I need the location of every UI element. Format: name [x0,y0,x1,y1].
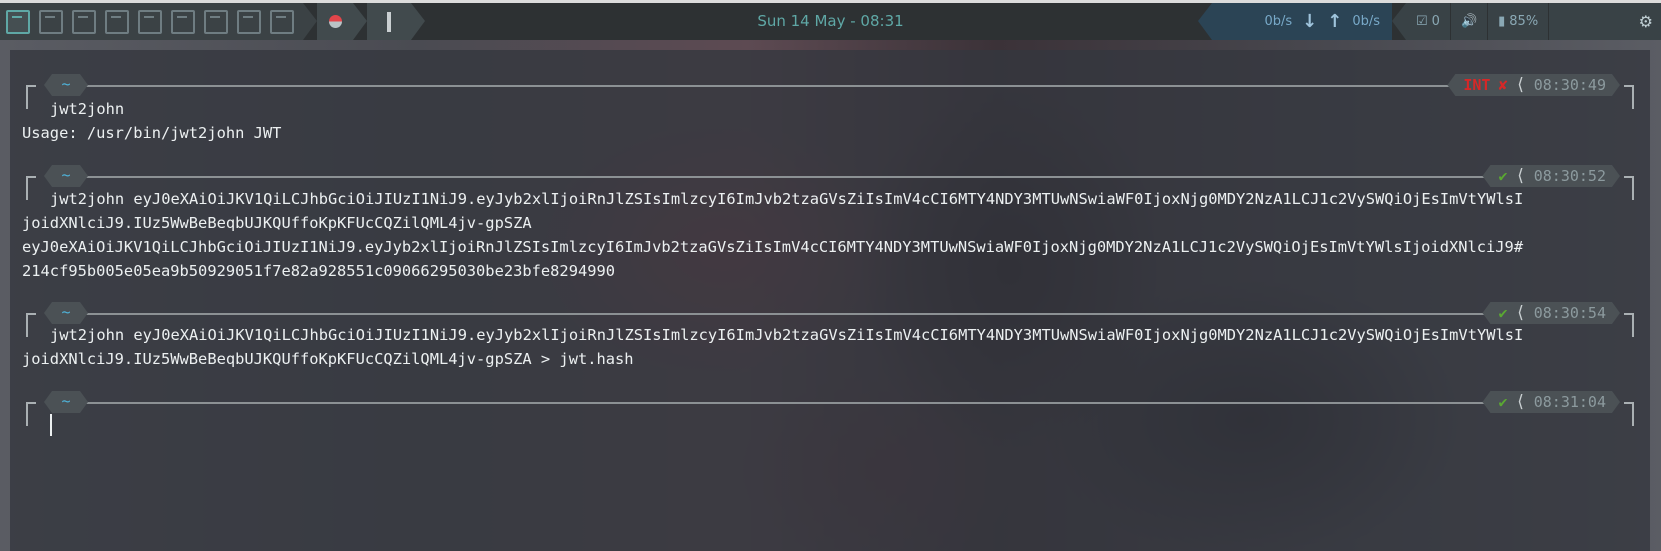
error-icon: ✘ [1498,76,1508,94]
chevron-left-icon: ⟨ [1515,392,1526,412]
workspace-5-icon[interactable] [138,9,162,34]
workspace-7-icon[interactable] [204,9,228,34]
command-text-wrap: joidXNlciJ9.IUz5WwBeBeqbUJKQUffoKpKFUcCQ… [22,350,634,368]
workspace-9-icon[interactable] [270,9,294,34]
battery-icon: ▮ [1498,14,1506,29]
chevron-left-icon: ⟨ [1515,303,1526,323]
battery-level: 85% [1509,14,1539,29]
net-up-value: 0b/s [1352,14,1380,29]
gear-icon[interactable]: ⚙ [1639,12,1661,31]
powerline-separator [1392,3,1406,40]
prompt-status: INT ✘ ⟨ 08:30:49 [1447,74,1620,96]
prompt-time: 08:30:54 [1533,304,1606,322]
text-cursor[interactable] [50,414,52,436]
prompt-dir: ~ [44,165,88,187]
prompt-rule [86,176,1484,178]
check-icon: ✔ [1498,304,1508,322]
workspace-4-icon[interactable] [105,9,129,34]
command-text-wrap: joidXNlciJ9.IUz5WwBeBeqbUJKQUffoKpKFUcCQ… [22,214,532,232]
speaker-icon: 🔊 [1460,14,1478,29]
record-indicator[interactable] [317,3,353,40]
prompt-rule [86,85,1484,87]
net-down-value: 0b/s [1264,14,1293,29]
powerline-separator [303,3,317,40]
terminal-window[interactable]: ~ INT ✘ ⟨ 08:30:49 jwt2john Usage: /usr/… [10,50,1650,551]
prompt-line: ~ ✔ ⟨ 08:30:54 [26,302,1634,337]
prompt-rule [86,402,1484,404]
workspace-6-icon[interactable] [171,9,195,34]
divider [1548,3,1550,40]
prompt-time: 08:31:04 [1533,393,1606,411]
powerline-separator [411,3,425,40]
workspace-8-icon[interactable] [237,9,261,34]
prompt-frame-left [26,313,36,337]
battery-widget[interactable]: ▮ 85% [1488,14,1548,29]
arrow-up-icon: ↑ [1327,11,1343,32]
updates-count: 0 [1431,14,1440,29]
arrow-down-icon: ↓ [1302,11,1318,32]
prompt-frame-right [1624,176,1634,200]
checkbox-icon: ☑ [1416,14,1428,29]
prompt-status: ✔ ⟨ 08:31:04 [1482,391,1620,413]
prompt-dir: ~ [44,74,88,96]
powerline-separator [1198,3,1212,40]
command-text: jwt2john [50,100,125,118]
prompt-frame-left [26,402,36,426]
prompt-dir: ~ [44,302,88,324]
powerline-separator [353,3,367,40]
workspace-switcher [0,3,303,40]
prompt-frame-left [26,85,36,109]
workspace-3-icon[interactable] [72,9,96,34]
command-text: jwt2john eyJ0eXAiOiJKV1QiLCJhbGciOiJIUzI… [50,190,1524,208]
prompt-status: ✔ ⟨ 08:30:54 [1482,302,1620,324]
status-area: ☑ 0 🔊 ▮ 85% ⚙ [1406,3,1661,40]
check-icon: ✔ [1498,393,1508,411]
updates-widget[interactable]: ☑ 0 [1406,14,1450,29]
output-line: Usage: /usr/bin/jwt2john JWT [22,124,282,142]
prompt-status: ✔ ⟨ 08:30:52 [1482,165,1620,187]
prompt-line: ~ ✔ ⟨ 08:30:52 [26,165,1634,200]
check-icon: ✔ [1498,167,1508,185]
output-line: 214cf95b005e05ea9b50929051f7e82a928551c0… [22,262,616,280]
command-text: jwt2john eyJ0eXAiOiJKV1QiLCJhbGciOiJIUzI… [50,326,1524,344]
window-bar-icon [387,11,391,32]
output-line: eyJ0eXAiOiJKV1QiLCJhbGciOiJIUzI1NiJ9.eyJ… [22,238,1524,256]
exit-status: INT [1463,76,1491,94]
network-speed[interactable]: 0b/s ↓ ↑ 0b/s [1212,3,1392,40]
workspace-2-icon[interactable] [39,9,63,34]
chevron-left-icon: ⟨ [1515,166,1526,186]
prompt-frame-left [26,176,36,200]
workspace-1-icon[interactable] [6,9,30,34]
prompt-time: 08:30:49 [1533,76,1606,94]
prompt-line: ~ INT ✘ ⟨ 08:30:49 [26,74,1634,109]
record-icon [328,15,342,28]
prompt-dir: ~ [44,391,88,413]
prompt-time: 08:30:52 [1533,167,1606,185]
prompt-line: ~ ✔ ⟨ 08:31:04 [26,391,1634,426]
volume-widget[interactable]: 🔊 [1451,14,1487,29]
prompt-frame-right [1624,85,1634,109]
chevron-left-icon: ⟨ [1515,75,1526,95]
prompt-frame-right [1624,313,1634,337]
prompt-frame-right [1624,402,1634,426]
prompt-rule [86,313,1484,315]
window-indicator[interactable] [367,3,411,40]
